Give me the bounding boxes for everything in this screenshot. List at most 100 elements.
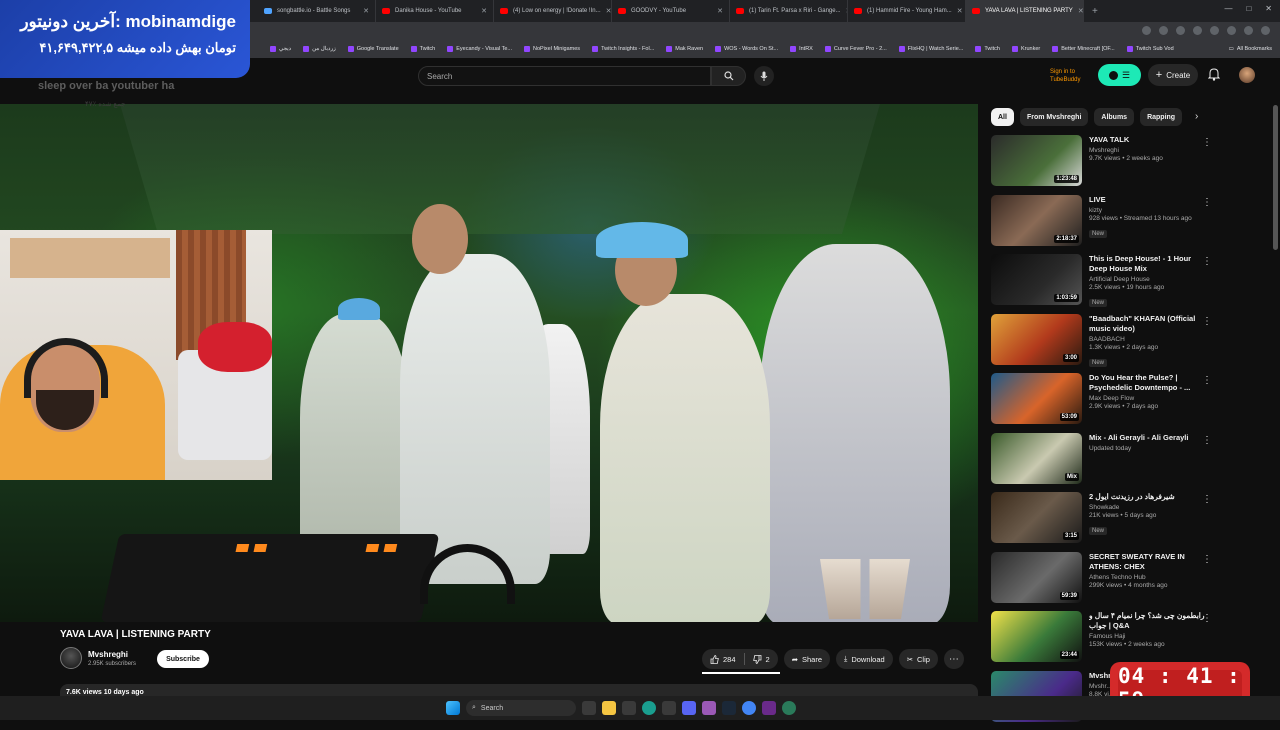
discord-icon[interactable] (682, 701, 696, 715)
video-thumbnail[interactable]: 3:00 (991, 314, 1082, 365)
close-tab-icon[interactable]: ✕ (363, 7, 369, 15)
recommended-video[interactable]: 53:09Do You Hear the Pulse? | Psychedeli… (991, 373, 1216, 433)
more-vertical-icon[interactable]: ⋮ (1202, 316, 1212, 327)
browser-tab[interactable]: GOODVY - YouTube✕ (612, 0, 730, 22)
dislike-button[interactable]: 2 (745, 649, 778, 669)
edge-icon[interactable] (642, 701, 656, 715)
more-vertical-icon[interactable]: ⋮ (1202, 256, 1212, 267)
extension-icon[interactable] (1142, 26, 1151, 35)
bookmark-item[interactable]: Twitch Insights - Fol... (592, 46, 654, 52)
channel-name[interactable]: Mvshreghi (88, 650, 128, 659)
browser-tab[interactable]: Danika House - YouTube✕ (376, 0, 494, 22)
bookmark-item[interactable]: WOS - Words On St... (715, 46, 778, 52)
subscribe-button[interactable]: Subscribe (157, 650, 209, 668)
browser-tab[interactable]: songbattle.io - Battle Songs✕ (258, 0, 376, 22)
extension-icon[interactable] (1193, 26, 1202, 35)
taskbar-search[interactable]: ⌕ Search (466, 700, 576, 716)
extension-icon[interactable] (1227, 26, 1236, 35)
recommended-video[interactable]: 3:15شیرفرهاد در رزیدنت ایول 2Showkade21K… (991, 492, 1216, 552)
task-view-icon[interactable] (582, 701, 596, 715)
recommended-video[interactable]: 59:39SECRET SWEATY RAVE IN ATHENS: CHEXA… (991, 552, 1216, 612)
video-thumbnail[interactable]: 59:39 (991, 552, 1082, 603)
recommended-video[interactable]: 1:23:48YAVA TALKMvshreghi9.7K views • 2 … (991, 135, 1216, 195)
tubebuddy-signin-link[interactable]: Sign in to TubeBuddy (1050, 68, 1080, 84)
filter-chip[interactable]: Albums (1094, 108, 1134, 126)
create-button[interactable]: + Create (1148, 64, 1198, 86)
more-vertical-icon[interactable]: ⋮ (1202, 435, 1212, 446)
close-tab-icon[interactable]: ✕ (606, 7, 612, 15)
more-vertical-icon[interactable]: ⋮ (1202, 137, 1212, 148)
recommended-video[interactable]: 2:18:37LIVEkizty928 views • Streamed 13 … (991, 195, 1216, 255)
all-bookmarks-button[interactable]: ▭All Bookmarks (1229, 46, 1280, 52)
browser-tab[interactable]: (1) Hammid Fire - Young Ham...✕ (848, 0, 966, 22)
voice-search-button[interactable] (754, 66, 774, 86)
app-icon[interactable] (662, 701, 676, 715)
recommended-video[interactable]: 3:00"Baadbach" KHAFAN (Official music vi… (991, 314, 1216, 374)
bookmark-item[interactable]: ديجي (270, 46, 291, 52)
bookmark-item[interactable]: Eyecandy - Visual Te... (447, 46, 512, 52)
close-tab-icon[interactable]: ✕ (717, 7, 723, 15)
bookmark-item[interactable]: IntRX (790, 46, 813, 52)
filter-chip[interactable]: All (991, 108, 1014, 126)
minimize-icon[interactable]: — (1224, 4, 1232, 13)
filter-chip[interactable]: From Mvshreghi (1020, 108, 1088, 126)
recommended-video[interactable]: 1:03:59This is Deep House! - 1 Hour Deep… (991, 254, 1216, 314)
bookmark-item[interactable]: FlixHQ | Watch Serie... (899, 46, 964, 52)
more-actions-button[interactable]: ⋯ (944, 649, 964, 669)
video-thumbnail[interactable]: 2:18:37 (991, 195, 1082, 246)
more-vertical-icon[interactable]: ⋮ (1202, 375, 1212, 386)
more-vertical-icon[interactable]: ⋮ (1202, 554, 1212, 565)
bookmark-item[interactable]: Better Minecraft [OF... (1052, 46, 1115, 52)
app-icon[interactable] (782, 701, 796, 715)
video-thumbnail[interactable]: 23:44 (991, 611, 1082, 662)
steam-icon[interactable] (722, 701, 736, 715)
browser-tab[interactable]: YAVA LAVA | LISTENING PARTY✕ (966, 0, 1084, 22)
bookmark-item[interactable]: Twitch Sub Vod (1127, 46, 1174, 52)
new-tab-button[interactable]: + (1084, 6, 1098, 17)
more-vertical-icon[interactable]: ⋮ (1202, 494, 1212, 505)
account-avatar[interactable] (1239, 67, 1255, 83)
store-icon[interactable] (622, 701, 636, 715)
bookmark-item[interactable]: Mak Raven (666, 46, 703, 52)
extension-icon[interactable] (1210, 26, 1219, 35)
video-thumbnail[interactable]: 1:23:48 (991, 135, 1082, 186)
tubebuddy-button[interactable]: ☰ (1098, 64, 1141, 86)
chevron-right-icon[interactable]: › (1195, 111, 1198, 122)
close-tab-icon[interactable]: ✕ (1078, 7, 1084, 15)
chrome-icon[interactable] (742, 701, 756, 715)
bookmark-item[interactable]: Google Translate (348, 46, 399, 52)
video-thumbnail[interactable]: 1:03:59 (991, 254, 1082, 305)
close-tab-icon[interactable]: ✕ (957, 7, 963, 15)
clip-button[interactable]: ✂ Clip (899, 649, 938, 669)
extension-icon[interactable] (1176, 26, 1185, 35)
maximize-icon[interactable]: □ (1246, 4, 1251, 13)
download-button[interactable]: ⤓ Download (836, 649, 893, 669)
like-button[interactable]: 284 (702, 649, 744, 669)
bookmark-item[interactable]: Twitch (975, 46, 1000, 52)
search-input[interactable]: Search (418, 66, 711, 86)
file-explorer-icon[interactable] (602, 701, 616, 715)
video-thumbnail[interactable]: 53:09 (991, 373, 1082, 424)
bookmark-item[interactable]: Twitch (411, 46, 436, 52)
close-tab-icon[interactable]: ✕ (481, 7, 487, 15)
more-vertical-icon[interactable]: ⋮ (1202, 613, 1212, 624)
browser-tab[interactable]: (1) Tarin Ft. Parsa x Riri - Gange...✕ (730, 0, 848, 22)
windows-start-icon[interactable] (446, 701, 460, 715)
extension-icon[interactable] (1261, 26, 1270, 35)
bookmark-item[interactable]: زرد‌بال من (303, 46, 336, 52)
channel-avatar[interactable] (60, 647, 82, 669)
page-scrollbar[interactable] (1273, 105, 1278, 250)
app-icon[interactable] (702, 701, 716, 715)
filter-chip[interactable]: Rapping (1140, 108, 1182, 126)
browser-tab[interactable]: (4) Low on energy | !Donate !In...✕ (494, 0, 612, 22)
share-button[interactable]: ➦ Share (784, 649, 830, 669)
recommended-video[interactable]: MixMix - Ali Gerayli - Ali GerayliUpdate… (991, 433, 1216, 493)
bookmark-item[interactable]: Krunker (1012, 46, 1040, 52)
app-icon[interactable] (762, 701, 776, 715)
notifications-bell-icon[interactable] (1208, 68, 1220, 81)
extension-icon[interactable] (1244, 26, 1253, 35)
bookmark-item[interactable]: Curve Fever Pro - 2... (825, 46, 887, 52)
extension-icon[interactable] (1159, 26, 1168, 35)
video-thumbnail[interactable]: Mix (991, 433, 1082, 484)
search-button[interactable] (711, 66, 746, 86)
